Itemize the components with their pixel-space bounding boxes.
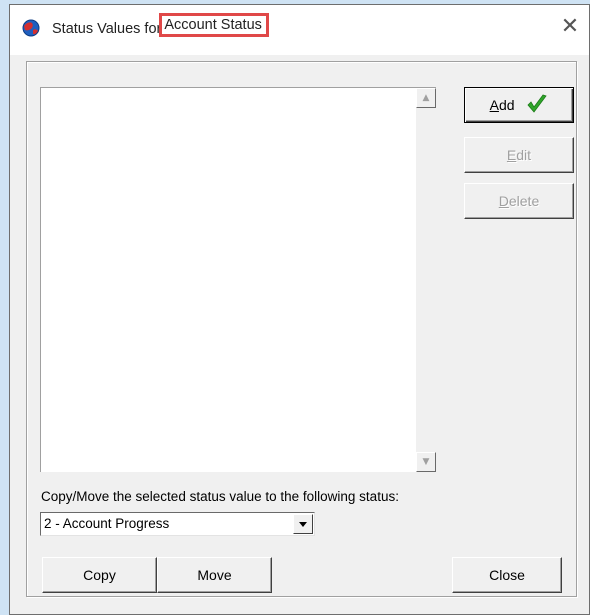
window-title: Status Values for Account Status [52, 13, 269, 41]
copy-move-label: Copy/Move the selected status value to t… [41, 489, 399, 504]
add-button-label: Add [489, 97, 515, 113]
green-check-icon [527, 94, 548, 113]
delete-button[interactable]: Delete [464, 183, 574, 219]
title-bar: Status Values for Account Status ✕ [10, 5, 589, 55]
dropdown-button[interactable] [293, 514, 313, 534]
copy-button-label: Copy [83, 567, 116, 583]
edit-button-label: Edit [506, 147, 532, 163]
delete-button-label: Delete [498, 193, 540, 209]
target-status-value: 2 - Account Progress [44, 516, 170, 531]
close-window-icon[interactable]: ✕ [559, 16, 581, 38]
globe-icon [22, 19, 40, 37]
add-button[interactable]: Add [464, 87, 574, 123]
move-button[interactable]: Move [157, 557, 272, 593]
edit-button[interactable]: Edit [464, 137, 574, 173]
dialog-window: Status Values for Account Status ✕ ▲ ▼ Ad… [9, 4, 590, 615]
close-button-label: Close [489, 567, 525, 583]
window-title-prefix: Status Values for [52, 21, 162, 37]
move-button-label: Move [197, 567, 232, 583]
scroll-down-arrow-icon[interactable]: ▼ [416, 452, 436, 472]
list-scrollbar[interactable]: ▲ ▼ [416, 88, 436, 472]
dialog-client-area: ▲ ▼ Add Edit Delete Copy/Move the select… [10, 55, 589, 614]
chevron-down-icon [299, 522, 307, 527]
status-values-list[interactable]: ▲ ▼ [40, 87, 436, 472]
close-button[interactable]: Close [452, 557, 562, 593]
copy-button[interactable]: Copy [42, 557, 157, 593]
scroll-up-arrow-icon[interactable]: ▲ [416, 88, 436, 108]
target-status-dropdown[interactable]: 2 - Account Progress [40, 512, 315, 536]
window-title-highlight: Account Status [159, 13, 269, 37]
